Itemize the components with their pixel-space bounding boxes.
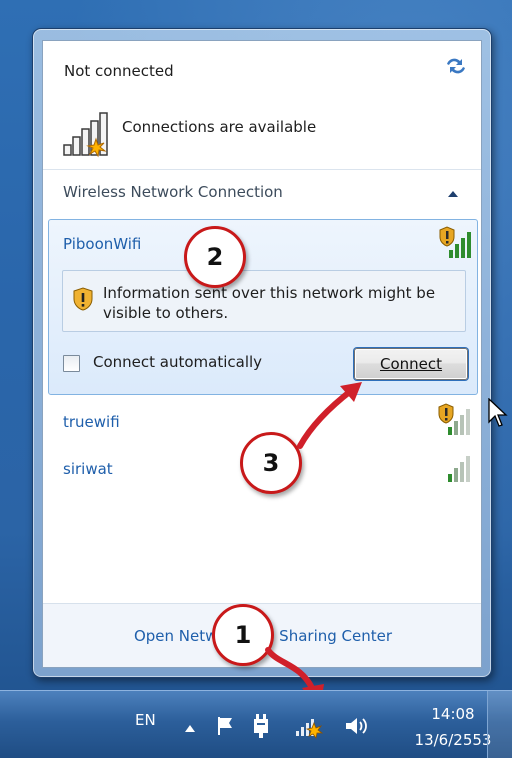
divider — [43, 169, 481, 170]
connect-automatically-label: Connect automatically — [93, 353, 263, 371]
arrow-to-connect-icon — [297, 382, 362, 449]
security-warning-box: Information sent over this network might… — [62, 270, 466, 332]
selected-network-panel[interactable]: PiboonWifi Information sent over this ne… — [48, 219, 478, 395]
network-name-siriwat: siriwat — [63, 460, 113, 478]
connect-automatically-checkbox[interactable] — [63, 355, 80, 372]
secured-signal-icon — [438, 403, 470, 435]
network-flyout: Not connected Connections are available … — [42, 40, 482, 668]
flag-icon[interactable] — [216, 715, 236, 737]
callout-2: 2 — [184, 226, 246, 288]
shield-warning-icon — [73, 287, 93, 311]
wireless-section-header[interactable]: Wireless Network Connection — [43, 177, 481, 213]
security-warning-text: Information sent over this network might… — [103, 284, 436, 322]
section-title: Wireless Network Connection — [63, 183, 283, 201]
connection-status-title: Not connected — [64, 62, 174, 80]
signal-strength-icon — [448, 456, 470, 482]
refresh-icon[interactable] — [443, 55, 469, 77]
volume-icon[interactable] — [344, 715, 370, 737]
power-plug-icon[interactable] — [250, 713, 272, 739]
taskbar: EN 14:08 13/6/2553 — [0, 690, 512, 758]
connections-available-label: Connections are available — [122, 118, 317, 136]
wifi-not-connected-icon[interactable] — [294, 711, 324, 739]
callout-3: 3 — [240, 432, 302, 494]
signal-bars-starburst-icon — [63, 112, 108, 158]
network-name-piboonwifi: PiboonWifi — [63, 235, 142, 253]
network-name-truewifi: truewifi — [63, 413, 120, 431]
chevron-up-icon[interactable] — [447, 189, 459, 199]
language-indicator[interactable]: EN — [135, 711, 156, 729]
show-desktop-button[interactable] — [487, 691, 512, 758]
mouse-pointer-icon — [488, 398, 508, 427]
show-hidden-icons-icon[interactable] — [184, 724, 196, 734]
secured-signal-icon — [439, 226, 471, 258]
